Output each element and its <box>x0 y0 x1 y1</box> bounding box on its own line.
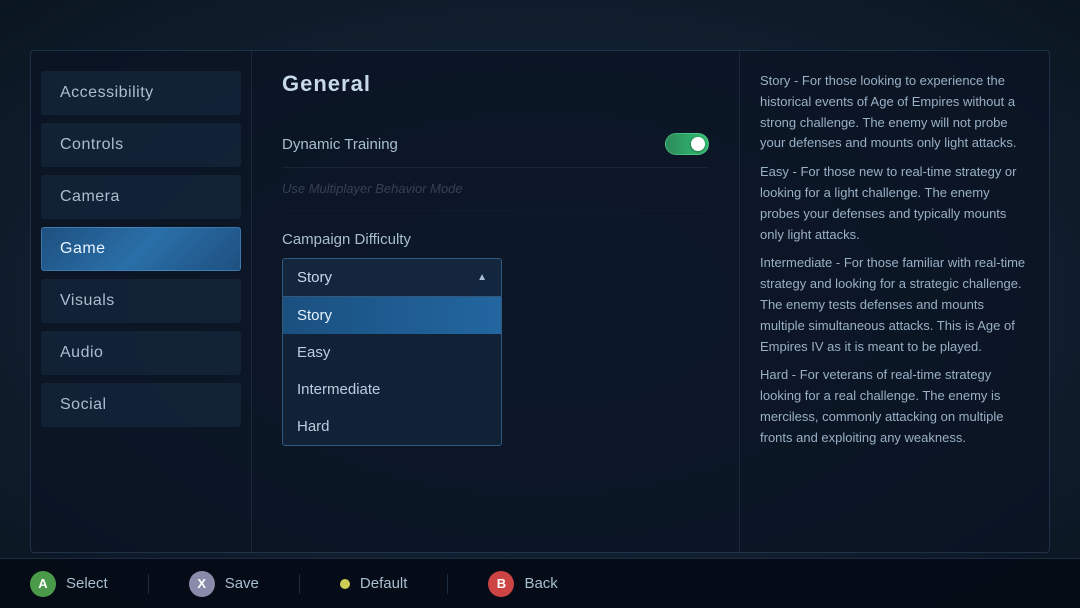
description-panel: Story - For those looking to experience … <box>739 51 1049 552</box>
default-action[interactable]: Default <box>340 575 408 592</box>
multiplayer-behavior-row: Use Multiplayer Behavior Mode <box>282 168 709 211</box>
campaign-difficulty-label: Campaign Difficulty <box>282 231 709 248</box>
dropdown-list: Story Easy Intermediate Hard <box>282 297 502 446</box>
dynamic-training-row: Dynamic Training <box>282 121 709 168</box>
dynamic-training-label: Dynamic Training <box>282 136 398 153</box>
sidebar-item-game[interactable]: Game <box>41 227 241 271</box>
story-description: Story - For those looking to experience … <box>760 71 1029 154</box>
difficulty-dropdown[interactable]: Story ▲ Story Easy Intermediate Hard <box>282 258 502 297</box>
settings-panel: Accessibility Controls Camera Game Visua… <box>30 50 1050 553</box>
default-button-icon <box>340 579 350 589</box>
dropdown-option-easy[interactable]: Easy <box>283 334 501 371</box>
default-label: Default <box>360 575 408 592</box>
dynamic-training-toggle[interactable] <box>665 133 709 155</box>
dropdown-option-hard[interactable]: Hard <box>283 408 501 445</box>
dropdown-option-intermediate[interactable]: Intermediate <box>283 371 501 408</box>
sidebar: Accessibility Controls Camera Game Visua… <box>31 51 251 552</box>
sidebar-item-camera[interactable]: Camera <box>41 175 241 219</box>
save-label: Save <box>225 575 259 592</box>
sidebar-item-accessibility[interactable]: Accessibility <box>41 71 241 115</box>
intermediate-description: Intermediate - For those familiar with r… <box>760 253 1029 357</box>
back-action[interactable]: B Back <box>488 571 557 597</box>
sidebar-item-audio[interactable]: Audio <box>41 331 241 375</box>
easy-description: Easy - For those new to real-time strate… <box>760 162 1029 245</box>
divider-3 <box>447 574 448 594</box>
a-button-icon: A <box>30 571 56 597</box>
b-button-icon: B <box>488 571 514 597</box>
select-label: Select <box>66 575 108 592</box>
hard-description: Hard - For veterans of real-time strateg… <box>760 365 1029 448</box>
select-action[interactable]: A Select <box>30 571 108 597</box>
dropdown-selected-value: Story <box>297 269 332 286</box>
settings-content: General Dynamic Training Use Multiplayer… <box>251 51 739 552</box>
bottom-bar: A Select X Save Default B Back <box>0 558 1080 608</box>
dropdown-arrow-icon: ▲ <box>477 272 487 283</box>
divider-1 <box>148 574 149 594</box>
dropdown-header[interactable]: Story ▲ <box>282 258 502 297</box>
sidebar-item-social[interactable]: Social <box>41 383 241 427</box>
save-action[interactable]: X Save <box>189 571 259 597</box>
section-title: General <box>282 71 709 97</box>
x-button-icon: X <box>189 571 215 597</box>
dropdown-option-story[interactable]: Story <box>283 297 501 334</box>
sidebar-item-controls[interactable]: Controls <box>41 123 241 167</box>
back-label: Back <box>524 575 557 592</box>
sidebar-item-visuals[interactable]: Visuals <box>41 279 241 323</box>
divider-2 <box>299 574 300 594</box>
campaign-difficulty-section: Campaign Difficulty Story ▲ Story Easy I… <box>282 231 709 297</box>
multiplayer-behavior-label: Use Multiplayer Behavior Mode <box>282 181 463 196</box>
